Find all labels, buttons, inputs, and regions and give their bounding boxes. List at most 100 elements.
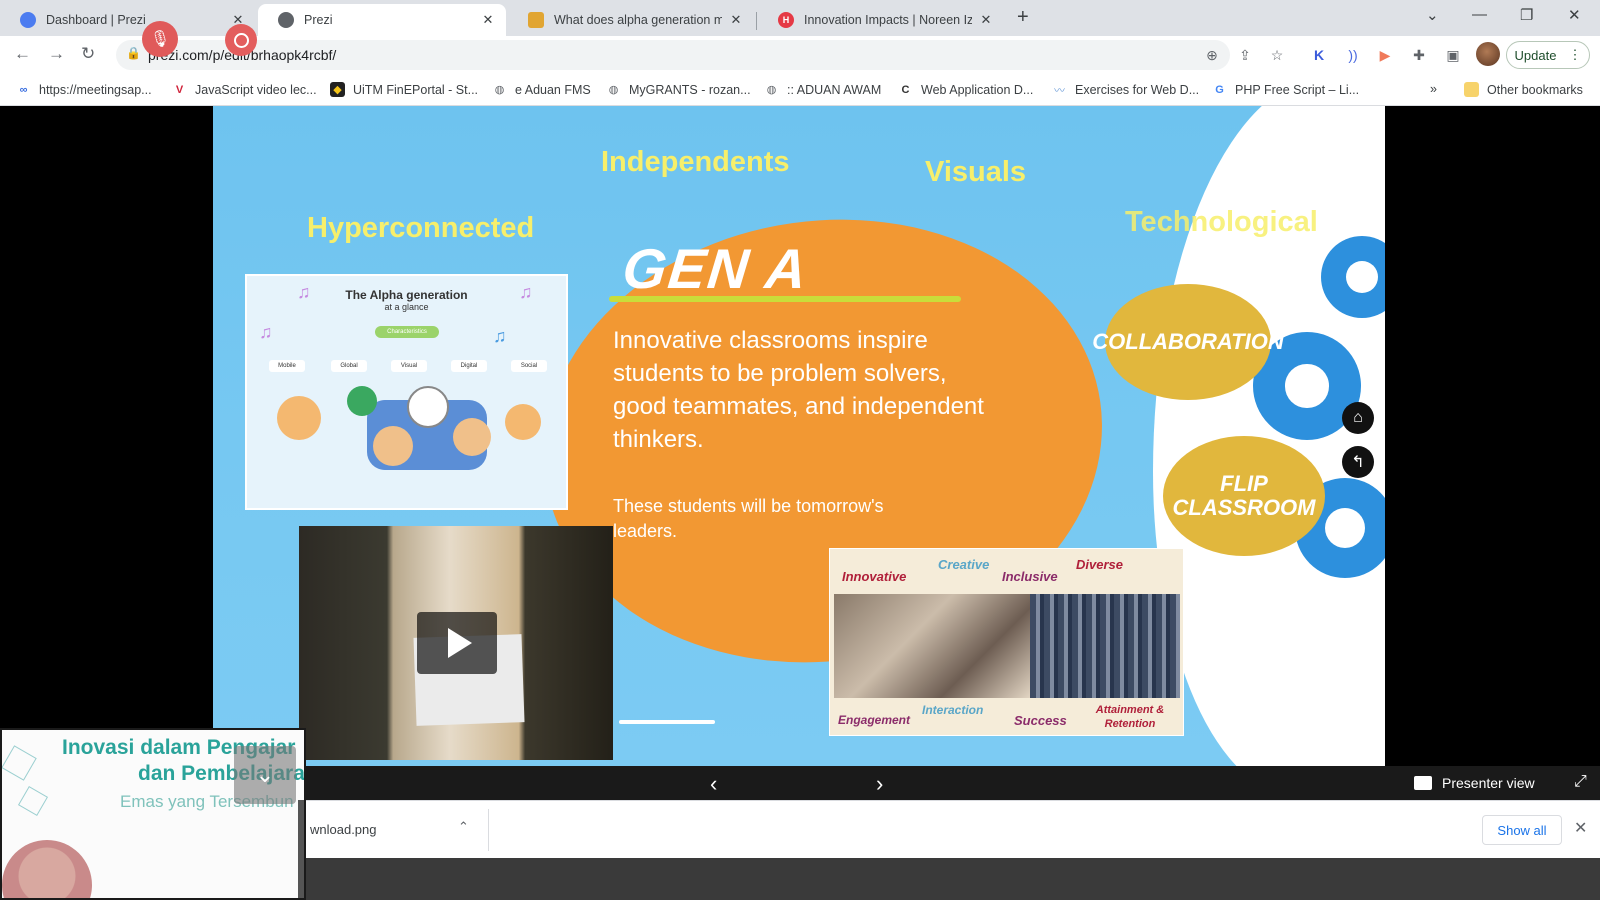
word-independents: Independents	[601, 146, 790, 178]
slides-favicon-icon	[528, 12, 544, 28]
bookmark-label: PHP Free Script – Li...	[1235, 82, 1360, 97]
record-icon[interactable]	[225, 24, 257, 56]
bookmark-item[interactable]: ∞ https://meetingsap...	[16, 82, 152, 97]
hexagon-decoration	[17, 785, 49, 817]
folder-icon	[1464, 82, 1479, 97]
chevron-up-icon[interactable]: ⌃	[458, 819, 469, 835]
collaboration-blob: COLLABORATION	[1092, 284, 1284, 400]
bookmark-item[interactable]: ◍ MyGRANTS - rozan...	[606, 82, 751, 97]
prezi-stage: Independents Visuals Hyperconnected Tech…	[0, 106, 1600, 770]
bookmark-item[interactable]: ◍:: ADUAN AWAM	[764, 82, 882, 97]
close-tab-icon[interactable]: ✕	[728, 12, 744, 28]
tab-alpha-generation[interactable]: What does alpha generation me… ✕	[508, 4, 754, 36]
tab-dashboard-prezi[interactable]: Dashboard | Prezi ✕	[0, 4, 256, 36]
lock-icon[interactable]: 🔒	[126, 46, 141, 60]
chip-digital: Digital	[451, 360, 487, 372]
play-icon[interactable]	[417, 612, 497, 674]
bookmark-star-icon[interactable]: ☆	[1268, 46, 1286, 64]
slide-canvas[interactable]: Independents Visuals Hyperconnected Tech…	[213, 106, 1385, 766]
heading-underline	[609, 296, 961, 302]
tab-separator	[756, 12, 757, 30]
screencastify-extension-icon[interactable]: ▶	[1376, 46, 1394, 64]
translate-icon[interactable]: ⊕	[1203, 46, 1221, 64]
presenter-view-button[interactable]: Presenter view	[1414, 775, 1535, 791]
tab-prezi[interactable]: Prezi ✕	[258, 4, 506, 36]
music-note-icon: ♫	[519, 282, 533, 302]
previous-slide-icon[interactable]: ‹	[710, 771, 717, 797]
bookmark-label: UiTM FinEPortal - St...	[353, 82, 479, 97]
show-all-button[interactable]: Show all	[1482, 815, 1562, 845]
tab-innovation-impacts[interactable]: H Innovation Impacts | Noreen Izza… ✕	[758, 4, 1004, 36]
close-icon[interactable]: ✕	[1574, 818, 1587, 838]
music-note-icon: ♫	[259, 322, 273, 342]
shelf-divider	[488, 809, 489, 851]
bookmark-item[interactable]: 〰 Exercises for Web D...	[1052, 82, 1199, 97]
bookmark-label: e Aduan FMS	[515, 82, 591, 97]
word-innovative: Innovative	[842, 569, 907, 584]
globe-icon: ◍	[766, 84, 777, 96]
next-slide-icon[interactable]: ›	[876, 771, 883, 797]
word-visuals: Visuals	[925, 156, 1027, 188]
side-panel-icon[interactable]: ▣	[1444, 46, 1462, 64]
close-tab-icon[interactable]: ✕	[978, 12, 994, 28]
close-tab-icon[interactable]: ✕	[480, 12, 496, 28]
fullscreen-icon[interactable]: ⤢	[1574, 773, 1587, 791]
profile-avatar[interactable]	[1476, 42, 1500, 66]
flip-classroom-blob: FLIP CLASSROOM	[1163, 436, 1325, 556]
chip-mobile: Mobile	[269, 360, 305, 372]
music-note-icon: ♫	[493, 326, 507, 346]
alpha-generation-infographic[interactable]: The Alpha generation at a glance Charact…	[245, 274, 568, 510]
music-note-icon: ♫	[297, 282, 311, 302]
bookmark-item[interactable]: V JavaScript video lec...	[172, 82, 317, 97]
students-photo	[834, 594, 1030, 698]
chevron-down-icon[interactable]: ⌄	[234, 746, 296, 804]
c-logo-icon: C	[901, 83, 910, 96]
word-diverse: Diverse	[1076, 557, 1123, 572]
tab-search-chevron-icon[interactable]: ⌄	[1426, 6, 1439, 24]
restore-icon[interactable]: ❐	[1520, 6, 1533, 24]
more-bookmarks-chevron[interactable]: »	[1430, 82, 1437, 96]
bookmark-label: https://meetingsap...	[39, 82, 152, 97]
extensions-puzzle-icon[interactable]: ✚	[1410, 46, 1428, 64]
bookmark-label: MyGRANTS - rozan...	[629, 82, 751, 97]
bookmarks-bar: ∞ https://meetingsap... V JavaScript video…	[0, 74, 1600, 106]
w3-icon: 〰	[1054, 84, 1065, 97]
other-bookmarks[interactable]: Other bookmarks	[1464, 82, 1583, 97]
zoom-out-back-icon[interactable]: ↰	[1342, 446, 1374, 478]
forward-icon[interactable]: →	[48, 44, 65, 64]
slide-main-text: Innovative classrooms inspire students t…	[613, 327, 984, 453]
k-extension-icon[interactable]: K	[1310, 46, 1328, 64]
tab-title: Innovation Impacts | Noreen Izza…	[804, 13, 972, 27]
back-icon[interactable]: ←	[14, 44, 31, 64]
read-aloud-extension-icon[interactable]: ))	[1344, 46, 1362, 64]
chip-social: Social	[511, 360, 547, 372]
bookmark-item[interactable]: C Web Application D...	[898, 82, 1034, 97]
update-label: Update	[1514, 47, 1557, 63]
home-icon[interactable]: ⌂	[1342, 402, 1374, 434]
hexagon-decoration	[2, 745, 37, 781]
word-hyperconnected: Hyperconnected	[307, 212, 535, 244]
bookmark-item[interactable]: G PHP Free Script – Li...	[1212, 82, 1359, 97]
meetings-icon: ∞	[19, 83, 28, 96]
word-technological: Technological	[1125, 206, 1318, 238]
kebab-menu-icon[interactable]: ⋮	[1568, 47, 1581, 63]
download-file-name[interactable]: wnload.png	[310, 822, 377, 837]
classroom-photo-card[interactable]: Innovative Creative Inclusive Diverse En…	[829, 548, 1184, 736]
globe-icon: ◍	[608, 84, 619, 96]
globe-favicon-icon	[278, 12, 294, 28]
bookmark-item[interactable]: ◆ UiTM FinEPortal - St...	[330, 82, 478, 97]
muted-mic-icon[interactable]: 🎙	[142, 21, 178, 57]
minimize-icon[interactable]: —	[1472, 6, 1487, 23]
new-tab-icon[interactable]: +	[1017, 6, 1029, 29]
share-icon[interactable]: ⇪	[1236, 46, 1254, 64]
slide-sub-text: These students will be tomorrow's leader…	[613, 496, 884, 541]
video-thumbnail[interactable]	[299, 526, 613, 760]
close-window-icon[interactable]: ✕	[1568, 6, 1581, 24]
prezi-favicon-icon	[20, 12, 36, 28]
address-bar[interactable]: 🔒 prezi.com/p/edit/brhaopk4rcbf/	[116, 40, 1230, 70]
bookmark-item[interactable]: ◍ e Aduan FMS	[492, 82, 591, 97]
webcam-overlay[interactable]: Inovasi dalam Pengajar dan Pembelajara E…	[0, 728, 306, 900]
reload-icon[interactable]: ↻	[81, 44, 95, 64]
infographic-subtitle: at a glance	[384, 302, 429, 312]
update-button[interactable]: Update ⋮	[1506, 41, 1590, 69]
